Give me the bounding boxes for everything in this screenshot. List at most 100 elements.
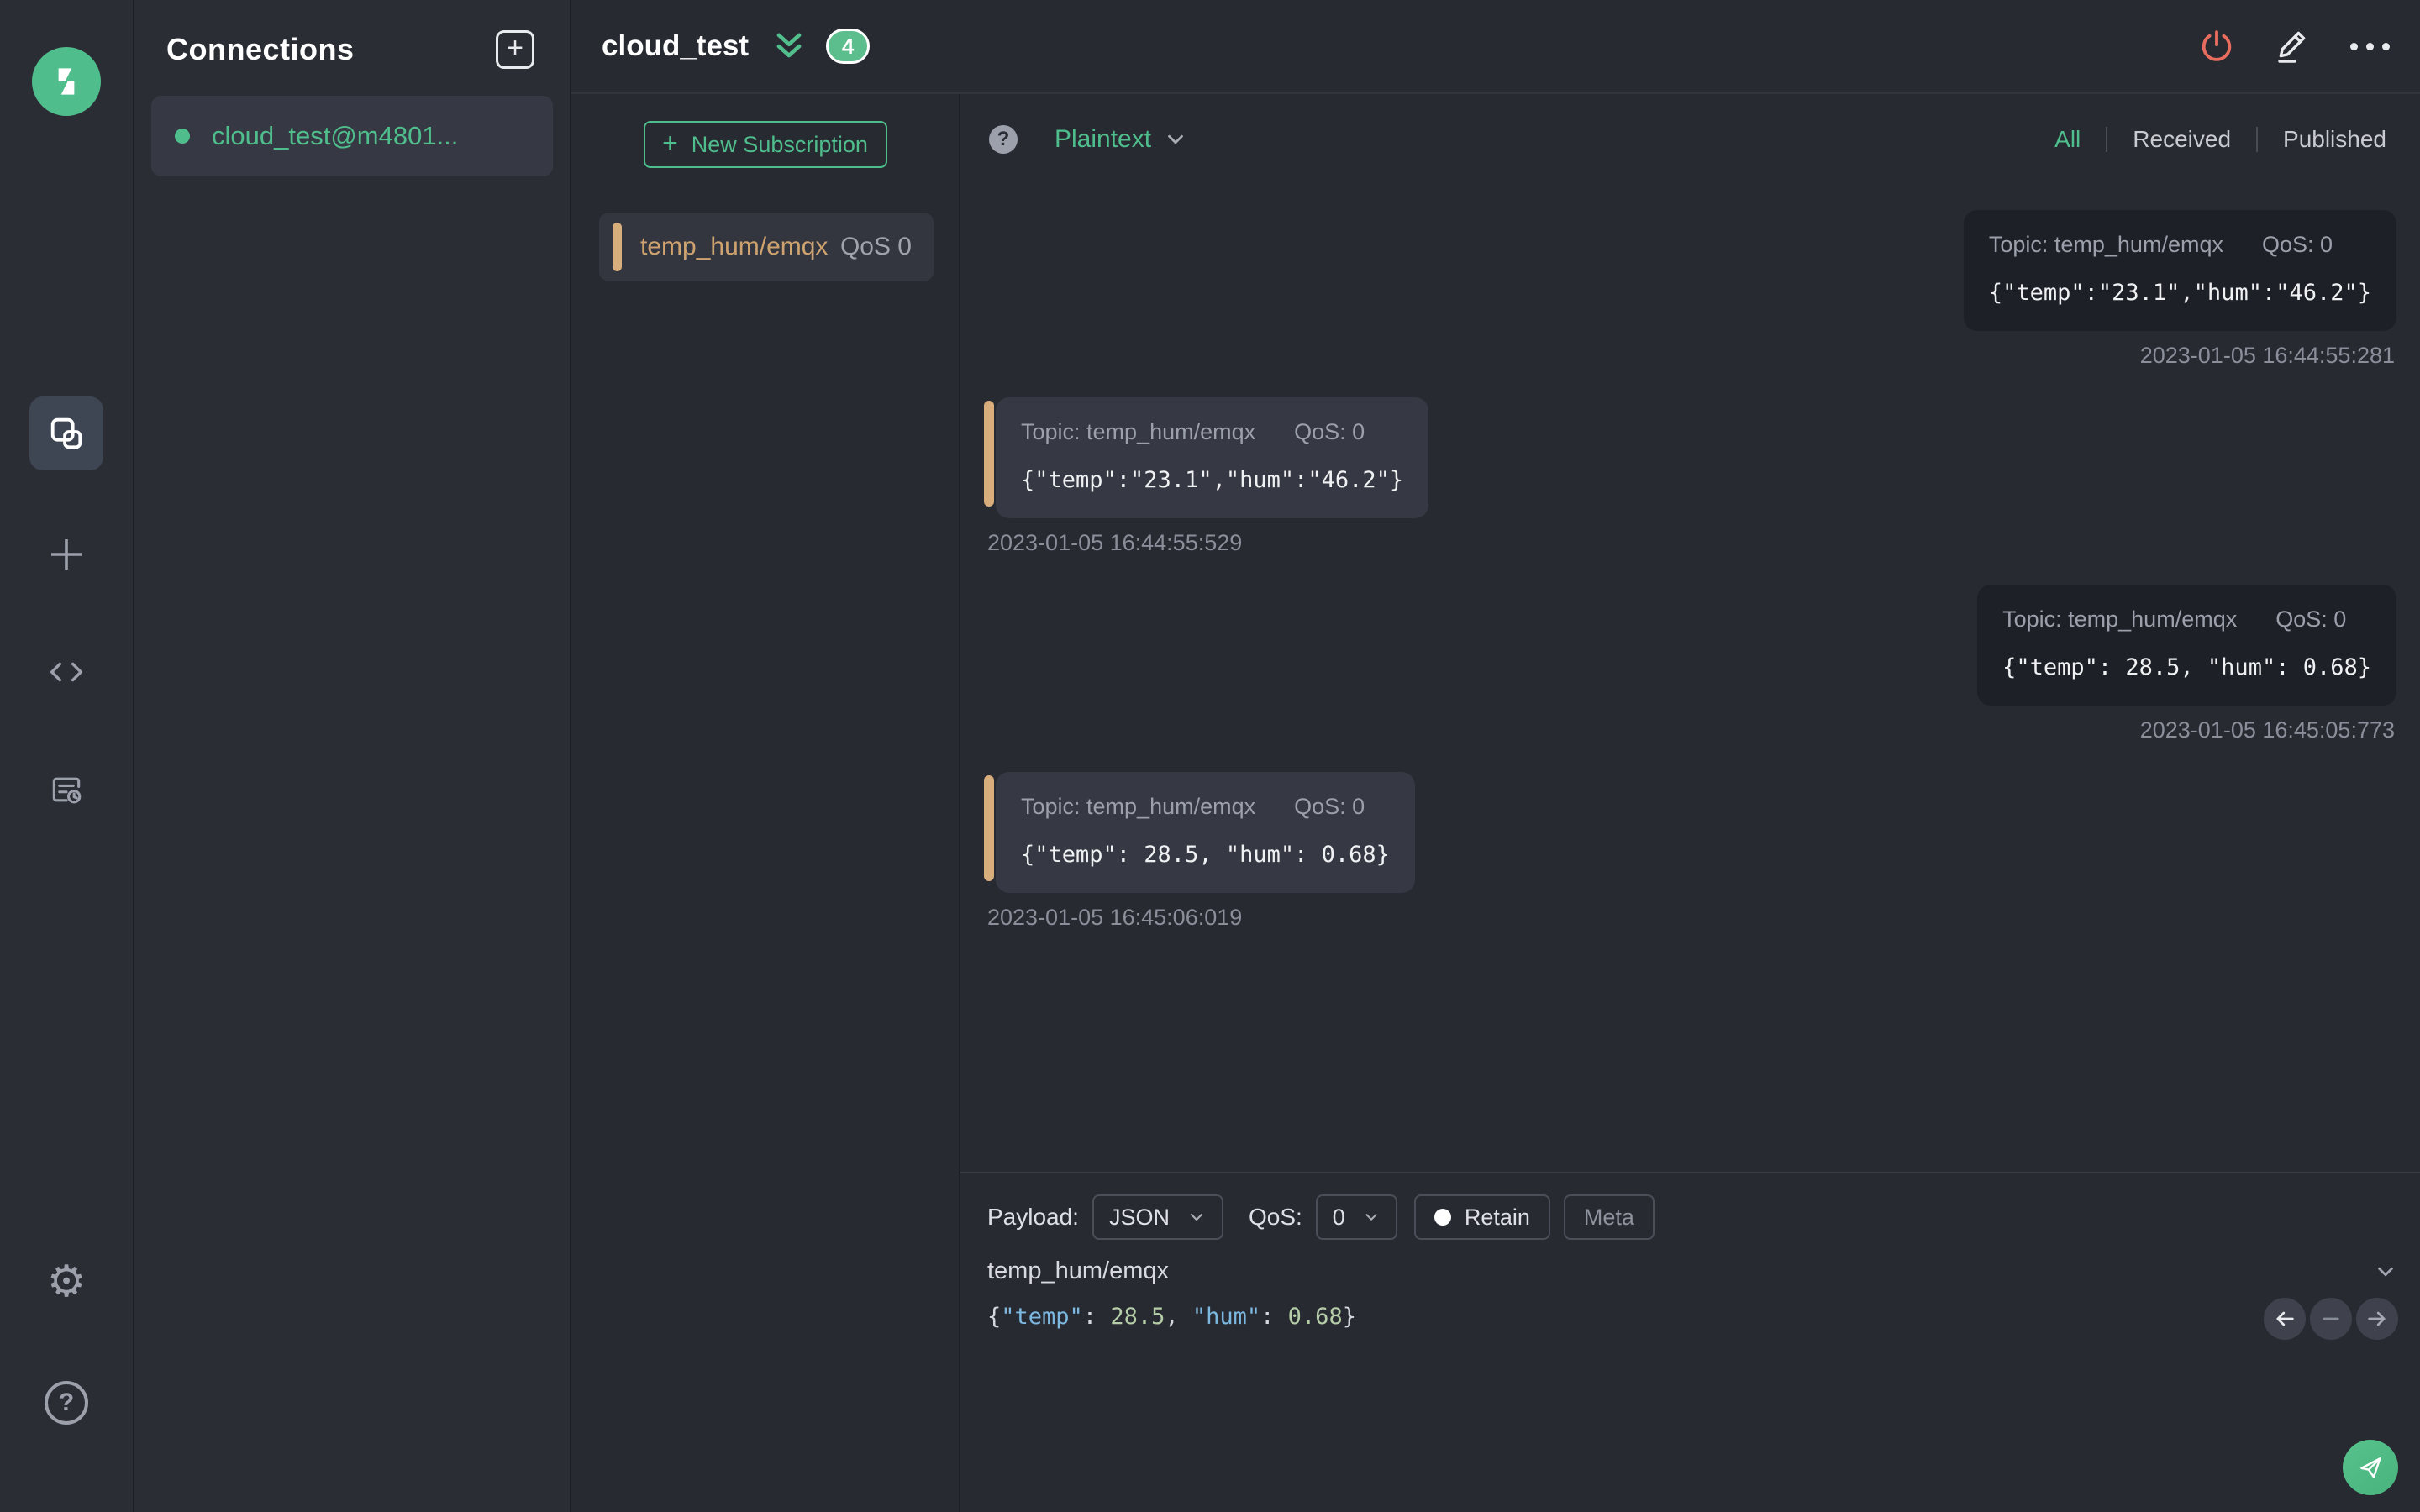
message-received: Topic: temp_hum/emqx QoS: 0 {"temp":"23.… — [984, 397, 2396, 556]
help-icon: ? — [45, 1381, 88, 1425]
received-accent-bar — [984, 401, 994, 507]
next-message-button[interactable] — [2356, 1298, 2398, 1340]
message-payload: {"temp": 28.5, "hum": 0.68} — [2002, 654, 2371, 680]
payload-format-value: JSON — [1108, 1204, 1170, 1230]
received-accent-bar — [984, 775, 994, 881]
chevron-down-icon — [1190, 1213, 1203, 1221]
gear-icon: ⚙ — [46, 1257, 87, 1306]
message-card[interactable]: Topic: temp_hum/emqx QoS: 0 {"temp":"23.… — [996, 397, 1429, 518]
subscription-qos: QoS 0 — [839, 233, 912, 260]
subscription-color-bar — [613, 223, 622, 271]
message-qos-label: QoS: 0 — [1294, 419, 1365, 444]
payload-format-label: Payload: — [987, 1204, 1079, 1230]
chevron-down-icon — [1365, 1214, 1377, 1221]
sidebar-item-new-connection[interactable] — [29, 517, 103, 591]
collapse-chevrons-icon[interactable] — [771, 28, 808, 65]
message-count-badge: 4 — [826, 29, 871, 64]
message-published: Topic: temp_hum/emqx QoS: 0 {"temp": 28.… — [984, 585, 2396, 743]
sidebar-item-settings[interactable]: ⚙ — [29, 1245, 103, 1319]
new-subscription-button[interactable]: + New Subscription — [643, 121, 887, 168]
qos-label: QoS: — [1248, 1204, 1302, 1230]
filter-published[interactable]: Published — [2258, 126, 2391, 153]
message-filters: All Received Published — [2029, 126, 2391, 153]
chevron-down-icon — [1168, 134, 1183, 144]
publish-topic-input[interactable] — [987, 1257, 2373, 1285]
mqttx-logo-icon[interactable] — [32, 47, 101, 116]
send-icon — [2360, 1457, 2381, 1478]
message-topic-label: Topic: temp_hum/emqx — [1021, 794, 1256, 819]
message-timestamp: 2023-01-05 16:45:06:019 — [987, 905, 1243, 930]
chevron-down-icon[interactable] — [2373, 1259, 2398, 1284]
icon-rail: ⚙ ? — [0, 0, 134, 1512]
message-qos-label: QoS: 0 — [2275, 606, 2347, 632]
connected-status-dot — [175, 129, 190, 144]
sidebar-item-script[interactable] — [29, 635, 103, 709]
code-icon — [47, 653, 86, 691]
plus-icon: + — [662, 128, 678, 158]
view-mode-select[interactable]: Plaintext — [1055, 125, 1188, 154]
more-options-button[interactable] — [2350, 42, 2390, 50]
messages-toolbar: ? Plaintext All Received Published — [960, 94, 2420, 185]
message-qos-label: QoS: 0 — [2261, 232, 2333, 257]
mqttx-app-window: ⚙ ? Connections + cloud_test@m4801... cl… — [0, 0, 2420, 1512]
connection-name: cloud_test@m4801... — [212, 121, 459, 150]
arrow-left-icon — [2276, 1311, 2294, 1326]
message-payload: {"temp":"23.1","hum":"46.2"} — [1988, 280, 2371, 306]
edit-connection-button[interactable] — [2273, 26, 2313, 66]
arrow-right-icon — [2368, 1311, 2386, 1326]
message-card[interactable]: Topic: temp_hum/emqx QoS: 0 {"temp": 28.… — [1977, 585, 2396, 706]
payload-format-select[interactable]: JSON — [1092, 1194, 1223, 1240]
message-timestamp: 2023-01-05 16:45:05:773 — [2139, 717, 2395, 743]
add-connection-button[interactable]: + — [496, 30, 534, 69]
message-timestamp: 2023-01-05 16:44:55:529 — [987, 530, 1243, 555]
qos-value: 0 — [1332, 1204, 1345, 1230]
clear-message-button[interactable] — [2310, 1298, 2352, 1340]
plus-icon — [46, 534, 87, 575]
send-button[interactable] — [2343, 1440, 2398, 1495]
sidebar-item-log[interactable] — [29, 753, 103, 827]
publish-panel: Payload: JSON QoS: 0 Retain Meta temp_hu… — [960, 1172, 2420, 1512]
message-card[interactable]: Topic: temp_hum/emqx QoS: 0 {"temp":"23.… — [1963, 210, 2396, 331]
ellipsis-icon — [2350, 42, 2390, 50]
qos-select[interactable]: 0 — [1315, 1194, 1397, 1240]
filter-all[interactable]: All — [2029, 126, 2106, 153]
filter-received[interactable]: Received — [2107, 126, 2256, 153]
meta-label: Meta — [1583, 1204, 1634, 1230]
connections-title: Connections — [166, 32, 355, 66]
message-payload: {"temp": 28.5, "hum": 0.68} — [1021, 842, 1390, 868]
publish-payload-editor[interactable]: {"temp": 28.5, "hum": 0.68} — [960, 1294, 2420, 1341]
message-topic-label: Topic: temp_hum/emqx — [1021, 419, 1256, 444]
sidebar-item-connections[interactable] — [29, 396, 103, 470]
message-list[interactable]: Topic: temp_hum/emqx QoS: 0 {"temp":"23.… — [960, 185, 2420, 1172]
messages-area: ? Plaintext All Received Published Topic… — [960, 94, 2420, 1512]
connection-title: cloud_test — [602, 29, 750, 62]
subscription-topic: temp_hum/emqx — [640, 233, 829, 260]
minus-icon — [2323, 1317, 2339, 1320]
message-published: Topic: temp_hum/emqx QoS: 0 {"temp":"23.… — [984, 210, 2396, 369]
message-topic-label: Topic: temp_hum/emqx — [1988, 232, 2223, 257]
view-mode-value: Plaintext — [1055, 125, 1152, 153]
retain-dot-icon — [1434, 1209, 1451, 1226]
message-timestamp: 2023-01-05 16:44:55:281 — [2139, 343, 2395, 368]
history-nav — [2264, 1298, 2398, 1340]
message-card[interactable]: Topic: temp_hum/emqx QoS: 0 {"temp": 28.… — [996, 772, 1415, 893]
subscriptions-panel: + New Subscription temp_hum/emqx QoS 0 — [571, 94, 960, 1512]
sidebar-item-help[interactable]: ? — [29, 1366, 103, 1440]
message-qos-label: QoS: 0 — [1294, 794, 1365, 819]
subscription-item[interactable]: temp_hum/emqx QoS 0 — [599, 213, 934, 281]
message-topic-label: Topic: temp_hum/emqx — [2002, 606, 2238, 632]
connections-panel: Connections + cloud_test@m4801... — [134, 0, 571, 1512]
main-area: cloud_test 4 + New Subscription temp_hum… — [571, 0, 2420, 1512]
message-received: Topic: temp_hum/emqx QoS: 0 {"temp": 28.… — [984, 772, 2396, 931]
connections-icon — [47, 414, 86, 453]
disconnect-button[interactable] — [2197, 27, 2236, 66]
meta-button[interactable]: Meta — [1563, 1194, 1655, 1240]
payload-help-icon[interactable]: ? — [989, 125, 1018, 154]
retain-toggle[interactable]: Retain — [1413, 1194, 1550, 1240]
connection-header: cloud_test 4 — [571, 0, 2420, 94]
prev-message-button[interactable] — [2264, 1298, 2306, 1340]
retain-label: Retain — [1464, 1204, 1530, 1230]
log-icon — [48, 771, 85, 808]
connection-list-item[interactable]: cloud_test@m4801... — [151, 96, 553, 176]
message-payload: {"temp":"23.1","hum":"46.2"} — [1021, 467, 1404, 493]
